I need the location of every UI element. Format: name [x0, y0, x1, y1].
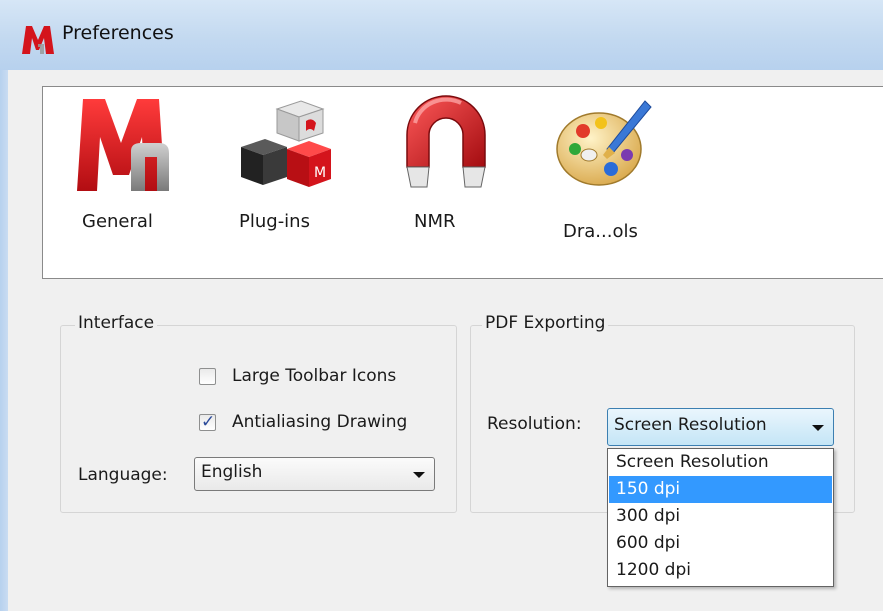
language-select-value: English — [201, 462, 263, 482]
category-nmr[interactable]: NMR — [401, 93, 491, 243]
chevron-down-icon — [812, 425, 824, 431]
category-plug-ins[interactable]: M Plug-ins — [231, 97, 351, 247]
resolution-dropdown-list: Screen Resolution 150 dpi 300 dpi 600 dp… — [607, 448, 834, 587]
category-label: Dra...ols — [563, 221, 638, 242]
category-general[interactable]: General — [69, 93, 179, 243]
paint-palette-icon — [556, 100, 652, 186]
window-frame-left — [0, 70, 8, 611]
app-logo-icon — [22, 26, 54, 54]
interface-group-title: Interface — [75, 313, 158, 333]
category-label: General — [82, 211, 153, 232]
category-drawing-tools[interactable]: Dra...ols — [553, 93, 663, 253]
resolution-select-value: Screen Resolution — [614, 415, 767, 435]
large-toolbar-icons-checkbox[interactable] — [199, 368, 216, 385]
window-title: Preferences — [62, 22, 174, 44]
antialiasing-drawing-checkbox[interactable]: ✓ — [199, 412, 216, 432]
language-select[interactable]: English — [194, 457, 435, 491]
large-toolbar-icons-label[interactable]: Large Toolbar Icons — [232, 366, 396, 386]
resolution-option-600dpi[interactable]: 600 dpi — [609, 530, 832, 557]
category-label: Plug-ins — [239, 211, 310, 232]
resolution-option-1200dpi[interactable]: 1200 dpi — [609, 557, 832, 584]
title-bar[interactable]: Preferences — [0, 0, 883, 70]
resolution-label: Resolution: — [487, 414, 582, 434]
resolution-select[interactable]: Screen Resolution — [607, 408, 834, 446]
checkmark-icon: ✓ — [201, 412, 216, 432]
magnet-icon — [406, 95, 486, 188]
antialiasing-drawing-label[interactable]: Antialiasing Drawing — [232, 412, 407, 432]
category-label: NMR — [414, 211, 456, 232]
category-bar: General M Plug-ins NMR Dra...ols — [42, 86, 883, 279]
pdf-exporting-group-title: PDF Exporting — [482, 313, 609, 333]
svg-text:M: M — [314, 165, 326, 181]
plugin-blocks-icon: M — [241, 100, 331, 187]
resolution-option-300dpi[interactable]: 300 dpi — [609, 503, 832, 530]
general-m-logo-icon — [77, 99, 169, 191]
resolution-option-150dpi[interactable]: 150 dpi — [609, 476, 832, 503]
language-label: Language: — [78, 465, 168, 485]
chevron-down-icon — [413, 472, 425, 478]
resolution-option-screen[interactable]: Screen Resolution — [609, 449, 832, 476]
